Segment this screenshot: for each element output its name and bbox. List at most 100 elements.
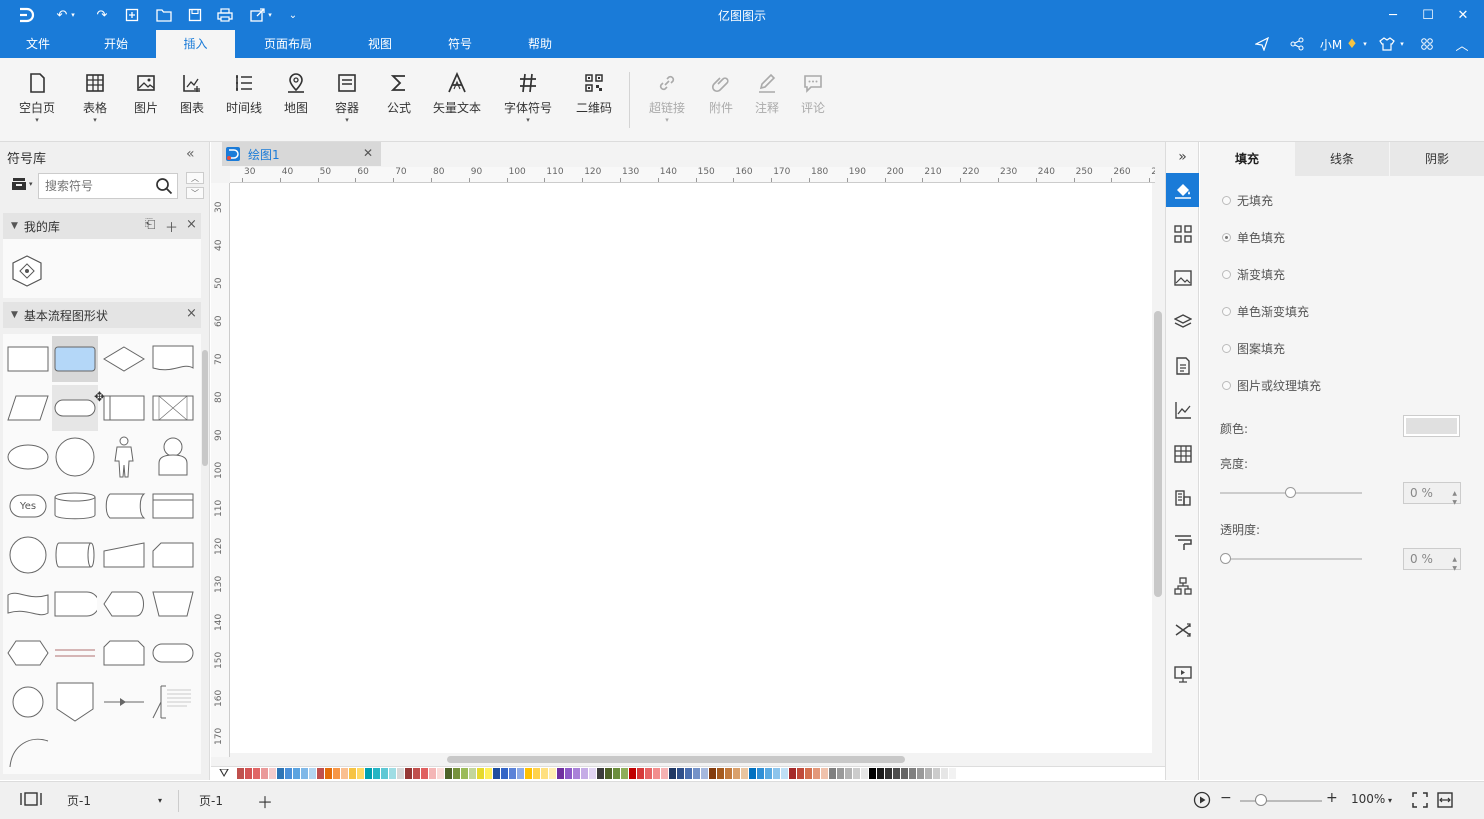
page-view-icon[interactable] [20,792,42,809]
document-tab[interactable]: 绘图1 ✕ [222,142,381,166]
color-swatch[interactable] [285,768,292,779]
expand-panel-icon[interactable]: » [1166,142,1199,172]
color-swatch[interactable] [413,768,420,779]
color-swatch[interactable] [365,768,372,779]
apps-grid-icon[interactable] [1417,34,1437,54]
color-swatch[interactable] [933,768,940,779]
stored-data-shape[interactable] [101,483,147,529]
color-swatch[interactable] [309,768,316,779]
color-swatch[interactable] [677,768,684,779]
color-swatch[interactable] [757,768,764,779]
brightness-input[interactable]: 0 % ▲ ▼ [1403,482,1461,506]
library-menu-button[interactable]: ▾ [11,177,33,191]
fill-tool-icon[interactable] [1166,173,1199,207]
menu-start[interactable]: 开始 [92,30,140,58]
blank-page-button[interactable]: 空白页 ▾ [13,72,61,134]
color-swatch[interactable] [901,768,908,779]
symbol-search-input[interactable] [39,174,147,198]
color-swatch[interactable] [837,768,844,779]
attachment-button[interactable]: 附件 [697,72,745,134]
hyperlink-button[interactable]: 超链接 ▾ [643,72,691,134]
color-swatch[interactable] [533,768,540,779]
color-swatch[interactable] [429,768,436,779]
vector-text-button[interactable]: 矢量文本 [426,72,488,134]
off-page-reference-shape[interactable] [52,679,98,725]
menu-help[interactable]: 帮助 [516,30,564,58]
card-shape[interactable] [150,532,196,578]
color-swatch[interactable] [357,768,364,779]
rounded-process-shape[interactable] [52,336,98,382]
color-swatch[interactable] [597,768,604,779]
fullscreen-icon[interactable] [1412,792,1428,811]
preparation-shape[interactable] [5,630,51,676]
color-swatch[interactable] [877,768,884,779]
color-swatch[interactable] [293,768,300,779]
color-swatch[interactable] [557,768,564,779]
color-swatch[interactable] [581,768,588,779]
color-swatch[interactable] [405,768,412,779]
fill-option-single-gradient[interactable]: 单色渐变填充 [1222,303,1309,320]
color-swatch[interactable] [549,768,556,779]
formula-button[interactable]: 公式 [375,72,423,134]
play-icon[interactable] [1193,791,1211,812]
theme-dropdown-icon[interactable]: ▾ [1397,34,1407,54]
save-icon[interactable] [185,5,205,25]
direct-data-shape[interactable] [52,532,98,578]
color-swatch[interactable] [805,768,812,779]
hierarchy-tool-icon[interactable] [1166,569,1199,603]
user-shape[interactable] [150,434,196,480]
scroll-down-icon[interactable]: ﹀ [186,187,204,199]
color-swatch[interactable] [693,768,700,779]
color-swatch[interactable] [261,768,268,779]
manual-input-shape[interactable] [101,532,147,578]
table-tool-icon[interactable] [1166,437,1199,471]
tab-shadow[interactable]: 阴影 [1390,142,1484,176]
color-swatch[interactable] [893,768,900,779]
zoom-in-icon[interactable]: + [1326,790,1338,806]
chart-tool-icon[interactable] [1166,393,1199,427]
color-swatch[interactable] [397,768,404,779]
color-swatch[interactable] [461,768,468,779]
tab-fill[interactable]: 填充 [1200,142,1294,176]
color-swatch[interactable] [373,768,380,779]
format-tool-icon[interactable] [1166,525,1199,559]
page-selector[interactable]: 页-1 [67,792,91,809]
tab-line[interactable]: 线条 [1295,142,1389,176]
presentation-tool-icon[interactable] [1166,657,1199,691]
color-swatch[interactable] [653,768,660,779]
customize-toolbar-icon[interactable]: ⌄ [283,5,303,25]
radio-button[interactable] [1222,196,1231,205]
color-swatch[interactable] [949,768,956,779]
display-shape[interactable] [101,581,147,627]
color-swatch[interactable] [277,768,284,779]
grid-tool-icon[interactable] [1166,217,1199,251]
color-swatch[interactable] [701,768,708,779]
vip-diamond-icon[interactable]: ♦ [1343,34,1361,54]
manual-operation-shape[interactable] [150,581,196,627]
radio-button[interactable] [1222,270,1231,279]
color-swatch[interactable] [453,768,460,779]
my-library-header[interactable]: ▼ 我的库 ⎗ ＋ × [3,213,201,239]
yes-label-shape[interactable]: Yes [5,483,51,529]
opacity-slider-knob[interactable] [1220,553,1231,564]
color-swatch[interactable] [629,768,636,779]
add-page-icon[interactable]: ＋ [257,789,273,813]
radio-button[interactable] [1222,307,1231,316]
collapse-panel-icon[interactable]: « [186,146,195,162]
menu-file[interactable]: 文件 [14,30,62,58]
color-swatch[interactable] [829,768,836,779]
color-swatch[interactable] [245,768,252,779]
color-swatch[interactable] [917,768,924,779]
image-button[interactable]: 图片 [122,72,170,134]
color-swatch[interactable] [789,768,796,779]
arc-shape[interactable] [5,728,51,774]
organization-tool-icon[interactable] [1166,481,1199,515]
table-button[interactable]: 表格 ▾ [71,72,119,134]
color-swatch[interactable] [517,768,524,779]
color-swatch[interactable] [445,768,452,779]
color-swatch[interactable] [821,768,828,779]
color-picker[interactable] [1403,415,1460,437]
color-swatch[interactable] [605,768,612,779]
menu-insert[interactable]: 插入 [156,30,235,58]
maximize-icon[interactable]: ☐ [1413,3,1443,27]
